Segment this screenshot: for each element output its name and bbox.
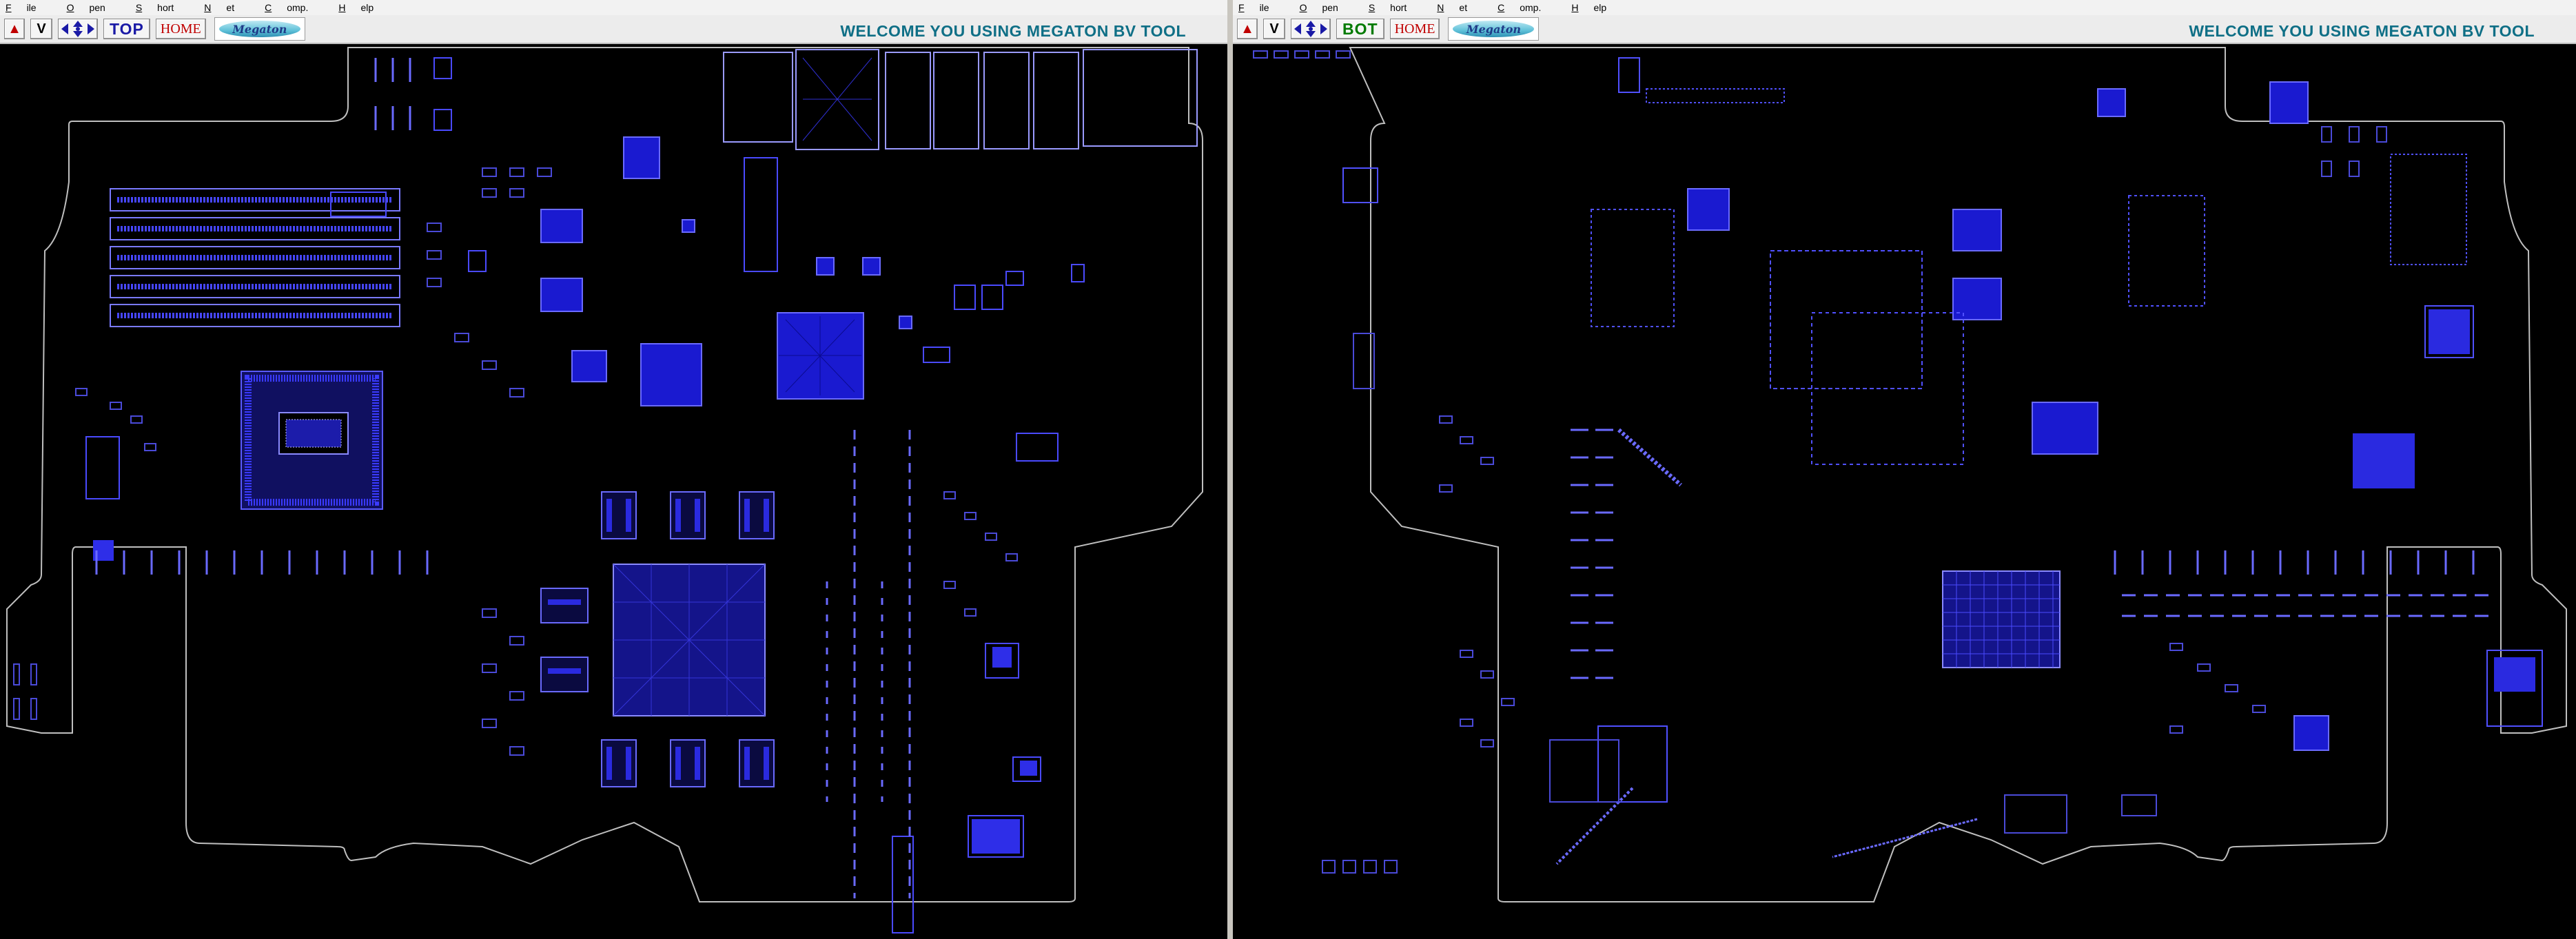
bottom-passive-clusters bbox=[1253, 50, 2387, 874]
menu-short[interactable]: Short bbox=[136, 2, 189, 13]
logo-oval: Megaton bbox=[218, 21, 300, 37]
home-button[interactable]: HOME bbox=[155, 19, 206, 39]
bottom-fills bbox=[2353, 309, 2535, 692]
logo-text: Megaton bbox=[232, 22, 287, 36]
welcome-text: WELCOME YOU USING MEGATON BV TOOL bbox=[2189, 22, 2535, 40]
menu-bar-right: File Open Short Net Comp. Help bbox=[1233, 0, 2576, 16]
board-top-view[interactable] bbox=[0, 44, 1227, 939]
chip-fills bbox=[93, 540, 1037, 854]
board-bottom-view[interactable] bbox=[1233, 44, 2576, 939]
up-arrow-icon: ▲ bbox=[1240, 21, 1254, 37]
top-side-button[interactable]: TOP bbox=[103, 19, 150, 39]
menu-net[interactable]: Net bbox=[204, 2, 249, 13]
four-way-arrows-icon bbox=[1294, 21, 1327, 37]
pan-button[interactable] bbox=[58, 19, 98, 39]
up-button[interactable]: ▲ bbox=[1237, 19, 1258, 39]
pan-button[interactable] bbox=[1291, 19, 1331, 39]
v-button[interactable]: V bbox=[30, 19, 52, 39]
bottom-clusters bbox=[1342, 57, 2543, 803]
bottom-side-button[interactable]: BOT bbox=[1336, 19, 1384, 39]
top-side-pane: File Open Short Net Comp. Help ▲ V TOP H… bbox=[0, 0, 1227, 939]
menu-open[interactable]: Open bbox=[1300, 2, 1353, 13]
up-arrow-icon: ▲ bbox=[8, 21, 21, 37]
bottom-side-pane: File Open Short Net Comp. Help ▲ V BOT H… bbox=[1233, 0, 2576, 939]
logo-oval: Megaton bbox=[1453, 21, 1535, 37]
top-connectors bbox=[723, 49, 1198, 150]
middle-chips bbox=[540, 136, 912, 406]
passive-clusters bbox=[13, 167, 1018, 756]
menu-file[interactable]: File bbox=[1238, 2, 1285, 13]
menu-open[interactable]: Open bbox=[67, 2, 121, 13]
menu-comp[interactable]: Comp. bbox=[265, 2, 323, 13]
welcome-text: WELCOME YOU USING MEGATON BV TOOL bbox=[840, 22, 1186, 40]
menu-comp[interactable]: Comp. bbox=[1497, 2, 1556, 13]
four-way-arrows-icon bbox=[61, 21, 94, 37]
bga-grid bbox=[613, 564, 766, 716]
home-button[interactable]: HOME bbox=[1389, 19, 1440, 39]
logo-text: Megaton bbox=[1466, 22, 1522, 36]
menu-help[interactable]: Help bbox=[1571, 2, 1622, 13]
menu-net[interactable]: Net bbox=[1437, 2, 1482, 13]
up-button[interactable]: ▲ bbox=[4, 19, 25, 39]
bottom-bga bbox=[1942, 570, 2061, 668]
menu-short[interactable]: Short bbox=[1369, 2, 1422, 13]
v-button[interactable]: V bbox=[1263, 19, 1285, 39]
megaton-logo: Megaton bbox=[1448, 17, 1540, 41]
megaton-logo: Megaton bbox=[214, 17, 305, 41]
menu-bar: File Open Short Net Comp. Help bbox=[0, 0, 1227, 16]
menu-file[interactable]: File bbox=[6, 2, 52, 13]
passive-rows bbox=[95, 58, 911, 898]
connector-hatch bbox=[802, 57, 872, 141]
menu-help[interactable]: Help bbox=[338, 2, 389, 13]
pane-divider[interactable] bbox=[1227, 0, 1233, 939]
